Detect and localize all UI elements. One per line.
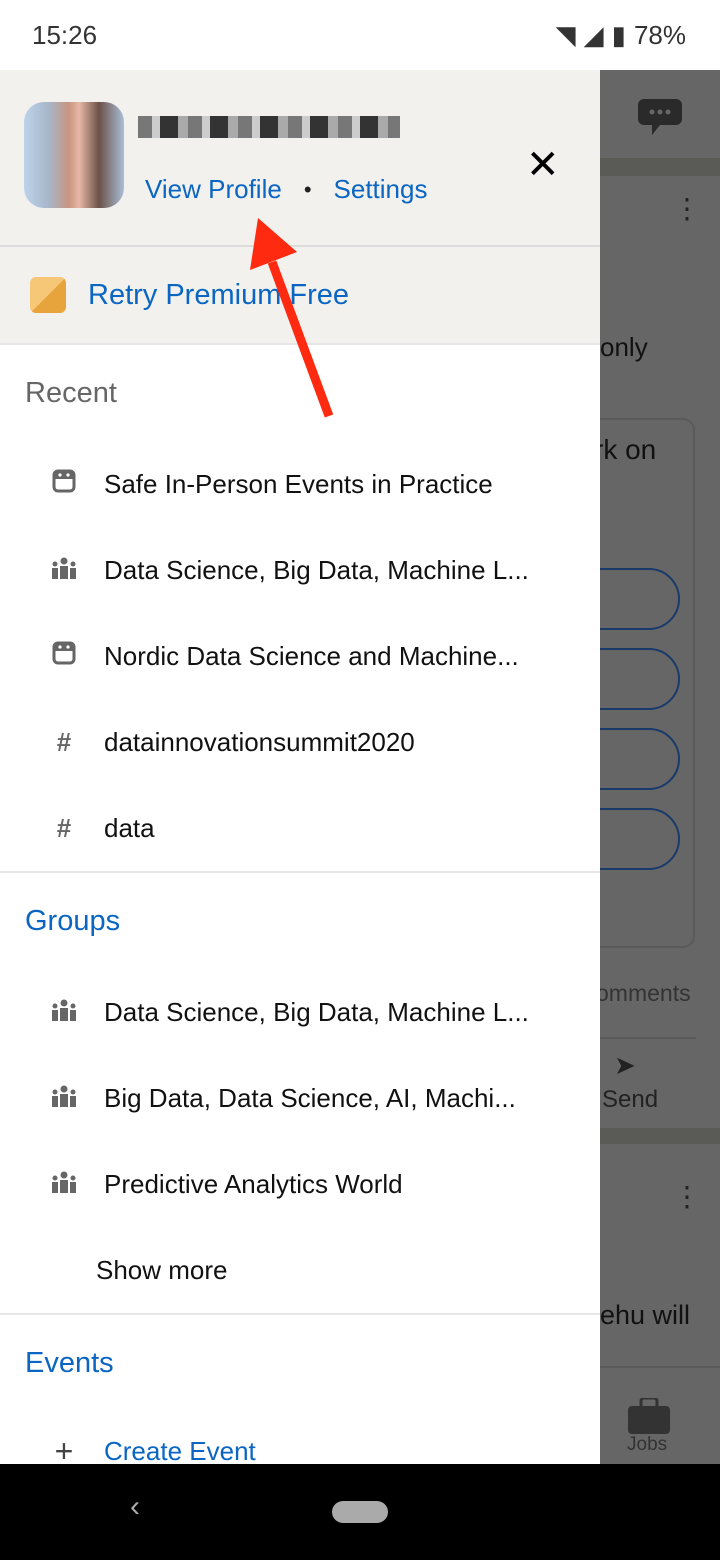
system-nav-bar: ‹ [0, 1464, 720, 1560]
home-button[interactable] [332, 1501, 388, 1523]
annotation-arrow [250, 218, 334, 418]
back-icon[interactable]: ‹ [130, 1490, 140, 1524]
